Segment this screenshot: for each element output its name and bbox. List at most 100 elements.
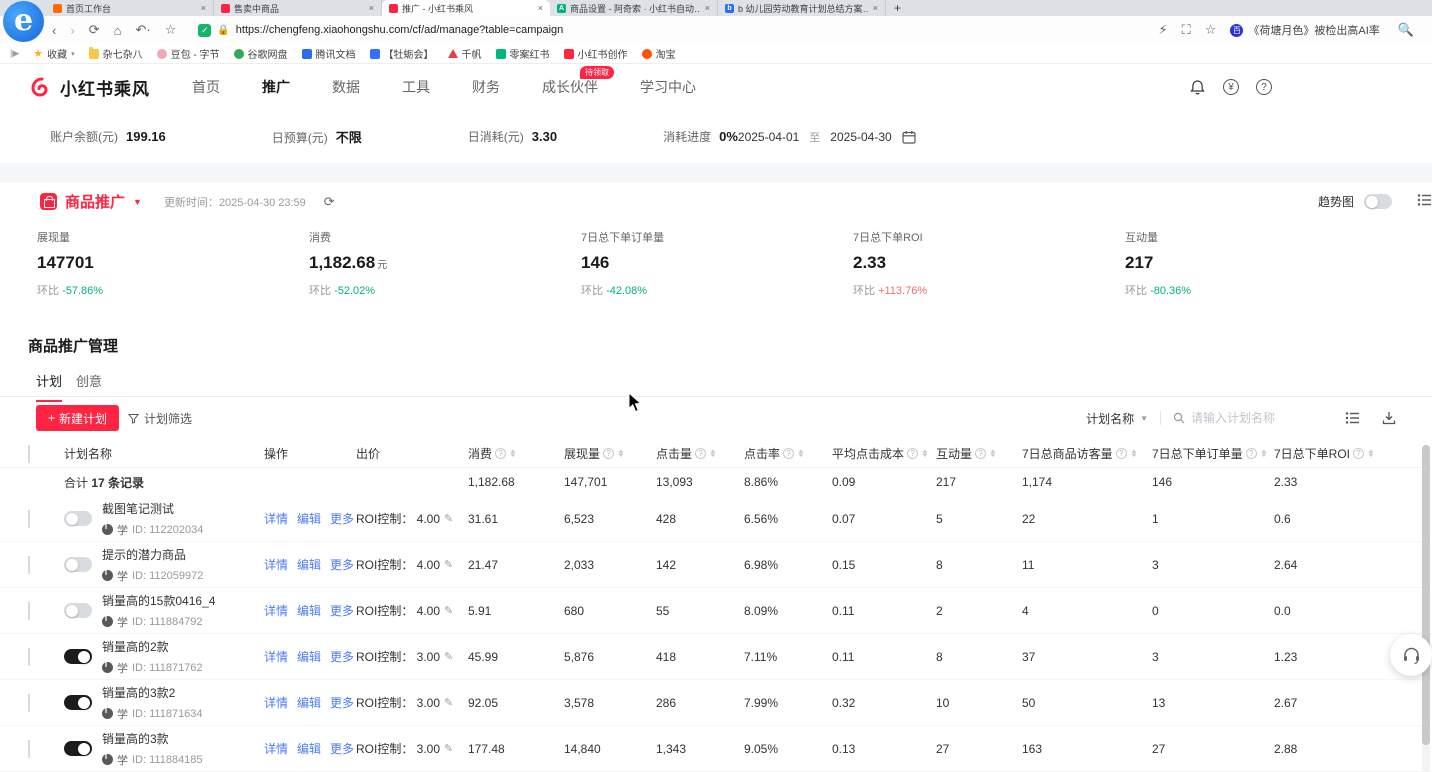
- info-icon[interactable]: ?: [603, 448, 614, 459]
- trend-toggle[interactable]: [1364, 194, 1392, 209]
- tab-close-icon[interactable]: ×: [201, 3, 206, 13]
- app-logo[interactable]: 小红书乘风: [28, 75, 150, 100]
- browser-tab-1[interactable]: 售卖中商品×: [214, 0, 382, 16]
- info-icon[interactable]: ?: [1116, 448, 1127, 459]
- plan-search-input[interactable]: [1191, 411, 1311, 425]
- plan-name[interactable]: 销量高的2款: [102, 638, 203, 655]
- action-更多[interactable]: 更多: [330, 648, 354, 665]
- help-icon[interactable]: ?: [1256, 79, 1272, 95]
- sort-icon[interactable]: ▲▼: [922, 450, 928, 458]
- tab-close-icon[interactable]: ×: [705, 3, 710, 13]
- bookmarks-toggle-icon[interactable]: |▶: [10, 48, 19, 59]
- plan-name[interactable]: 销量高的15款0416_4: [102, 592, 215, 609]
- sort-icon[interactable]: ▲▼: [710, 450, 716, 458]
- action-详情[interactable]: 详情: [264, 740, 288, 757]
- sort-icon[interactable]: ▲▼: [798, 450, 804, 458]
- action-更多[interactable]: 更多: [330, 740, 354, 757]
- bookmark-6[interactable]: 千帆: [448, 46, 482, 61]
- plan-enable-toggle[interactable]: [64, 603, 92, 618]
- action-编辑[interactable]: 编辑: [297, 648, 321, 665]
- sort-icon[interactable]: ▲▼: [1131, 450, 1137, 458]
- row-checkbox[interactable]: [28, 648, 30, 666]
- new-plan-button[interactable]: +新建计划: [36, 405, 119, 431]
- info-icon[interactable]: ?: [1246, 448, 1257, 459]
- hot-search-text[interactable]: 《荷塘月色》被检出高AI率: [1248, 22, 1379, 38]
- hot-search[interactable]: 百 《荷塘月色》被检出高AI率: [1230, 22, 1379, 38]
- calendar-icon[interactable]: [902, 130, 916, 144]
- metric-settings-icon[interactable]: [1417, 193, 1432, 207]
- browser-tab-2[interactable]: 推广 - 小红书乘风×: [382, 0, 550, 16]
- bookmark-star-icon[interactable]: ☆: [1205, 22, 1217, 38]
- edit-pencil-icon[interactable]: ✎: [444, 742, 453, 755]
- tab-创意[interactable]: 创意: [76, 371, 102, 400]
- customer-service-button[interactable]: [1390, 634, 1432, 676]
- back-button[interactable]: ‹: [52, 23, 56, 38]
- nav-item-首页[interactable]: 首页: [192, 77, 220, 97]
- plan-name[interactable]: 销量高的3款2: [102, 684, 203, 701]
- bookmark-3[interactable]: 谷歌网盘: [234, 46, 288, 61]
- browser-logo-icon[interactable]: e: [3, 1, 44, 42]
- action-更多[interactable]: 更多: [330, 556, 354, 573]
- home-button[interactable]: ⌂: [114, 23, 122, 38]
- action-更多[interactable]: 更多: [330, 694, 354, 711]
- row-checkbox[interactable]: [28, 602, 30, 620]
- sort-icon[interactable]: ▲▼: [1368, 450, 1374, 458]
- refresh-icon[interactable]: ⟳: [324, 194, 335, 210]
- bookmark-8[interactable]: 小红书创作: [564, 46, 628, 61]
- edit-pencil-icon[interactable]: ✎: [444, 558, 453, 571]
- info-icon[interactable]: ?: [975, 448, 986, 459]
- history-button[interactable]: ↶·: [135, 22, 150, 38]
- action-详情[interactable]: 详情: [264, 556, 288, 573]
- scrollbar-thumb[interactable]: [1422, 445, 1430, 745]
- edit-pencil-icon[interactable]: ✎: [444, 512, 453, 525]
- date-range[interactable]: 2025-04-01至2025-04-30: [738, 129, 916, 145]
- capture-icon[interactable]: ⛶: [1182, 22, 1191, 38]
- bookmark-1[interactable]: 杂七杂八: [89, 46, 143, 61]
- chevron-down-icon[interactable]: ▼: [133, 197, 142, 207]
- plan-enable-toggle[interactable]: [64, 695, 92, 710]
- promo-title[interactable]: 商品推广: [65, 191, 125, 212]
- tab-close-icon[interactable]: ×: [369, 3, 374, 13]
- bookmark-5[interactable]: 【牡蛎会】: [370, 46, 434, 61]
- info-icon[interactable]: ?: [695, 448, 706, 459]
- action-编辑[interactable]: 编辑: [297, 556, 321, 573]
- bookmark-4[interactable]: 腾讯文档: [302, 46, 356, 61]
- lightning-icon[interactable]: ⚡: [1159, 22, 1168, 38]
- action-编辑[interactable]: 编辑: [297, 694, 321, 711]
- address-bar[interactable]: https://chengfeng.xiaohongshu.com/cf/ad/…: [236, 24, 563, 36]
- date-end[interactable]: 2025-04-30: [830, 130, 891, 144]
- nav-item-数据[interactable]: 数据: [332, 77, 360, 97]
- edit-pencil-icon[interactable]: ✎: [444, 696, 453, 709]
- browser-tab-3[interactable]: A商品设置 - 阿奇索 · 小红书自动…×: [550, 0, 718, 16]
- nav-item-学习中心[interactable]: 学习中心: [640, 77, 696, 97]
- name-filter-dropdown[interactable]: 计划名称▼: [1086, 410, 1148, 427]
- bookmark-7[interactable]: 零案红书: [496, 46, 550, 61]
- nav-item-工具[interactable]: 工具: [402, 77, 430, 97]
- tab-close-icon[interactable]: ×: [538, 3, 543, 13]
- table-scrollbar[interactable]: [1422, 445, 1430, 772]
- action-详情[interactable]: 详情: [264, 648, 288, 665]
- plan-name[interactable]: 销量高的3款: [102, 730, 203, 747]
- browser-tab-4[interactable]: bb 幼儿园劳动教育计划总结方案…×: [718, 0, 886, 16]
- select-all-checkbox[interactable]: [28, 445, 30, 463]
- row-checkbox[interactable]: [28, 694, 30, 712]
- plan-enable-toggle[interactable]: [64, 557, 92, 572]
- action-更多[interactable]: 更多: [330, 510, 354, 527]
- forward-button[interactable]: ›: [70, 23, 74, 38]
- action-编辑[interactable]: 编辑: [297, 602, 321, 619]
- edit-pencil-icon[interactable]: ✎: [444, 650, 453, 663]
- plan-name[interactable]: 提示的潜力商品: [102, 546, 203, 563]
- new-tab-button[interactable]: +: [894, 1, 901, 15]
- bookmark-0[interactable]: ★收藏▾: [33, 46, 74, 61]
- search-icon[interactable]: 🔍: [1398, 22, 1414, 38]
- column-settings-icon[interactable]: [1345, 411, 1360, 425]
- plan-filter-button[interactable]: 计划筛选: [128, 410, 192, 427]
- info-icon[interactable]: ?: [783, 448, 794, 459]
- action-编辑[interactable]: 编辑: [297, 510, 321, 527]
- date-start[interactable]: 2025-04-01: [738, 130, 799, 144]
- row-checkbox[interactable]: [28, 510, 30, 528]
- sort-icon[interactable]: ▲▼: [618, 450, 624, 458]
- browser-tab-0[interactable]: 首页工作台×: [46, 0, 214, 16]
- edit-pencil-icon[interactable]: ✎: [444, 604, 453, 617]
- nav-item-财务[interactable]: 财务: [472, 77, 500, 97]
